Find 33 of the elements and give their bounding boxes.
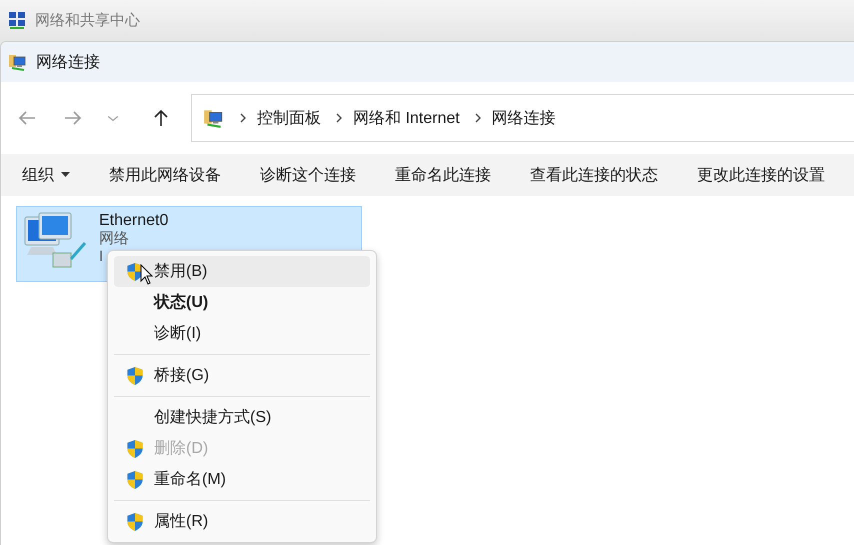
shield-icon	[125, 438, 145, 458]
menu-item[interactable]: 重命名(M)	[114, 464, 370, 495]
status-label: I	[99, 248, 104, 266]
connection-name: Ethernet0	[99, 211, 168, 230]
window-title: 网络和共享中心	[35, 10, 140, 30]
menu-item[interactable]: 诊断(I)	[114, 318, 370, 349]
menu-item[interactable]: 属性(R)	[114, 506, 370, 537]
shield-icon	[125, 366, 145, 386]
address-bar[interactable]: 控制面板 网络和 Internet 网络连接	[191, 94, 854, 142]
toolbar-button[interactable]: 禁用此网络设备	[109, 164, 221, 186]
breadcrumb-item[interactable]: 网络连接	[492, 108, 556, 128]
network-label: 网络	[99, 230, 129, 248]
menu-item[interactable]: 状态(U)	[114, 287, 370, 318]
toolbar-button[interactable]: 查看此连接的状态	[530, 164, 658, 186]
toolbar-button[interactable]: 重命名此连接	[395, 164, 491, 186]
toolbar-button[interactable]: 组织	[22, 164, 70, 186]
breadcrumb-item[interactable]: 网络和 Internet	[353, 108, 460, 128]
chevron-right-icon	[239, 113, 247, 123]
toolbar-button[interactable]: 更改此连接的设置	[697, 164, 825, 186]
dropdown-icon	[61, 172, 70, 178]
shield-icon	[125, 470, 145, 490]
shield-icon	[125, 512, 145, 532]
menu-item[interactable]: 桥接(G)	[114, 360, 370, 391]
network-center-icon	[7, 10, 27, 30]
chevron-right-icon	[335, 113, 343, 123]
breadcrumb-item[interactable]: 控制面板	[257, 108, 321, 128]
menu-item[interactable]: 禁用(B)	[114, 256, 370, 287]
chevron-right-icon	[474, 113, 482, 123]
menu-item[interactable]: 创建快捷方式(S)	[114, 402, 370, 433]
cursor-icon	[140, 264, 154, 286]
network-folder-icon	[8, 52, 28, 72]
toolbar-button[interactable]: 诊断这个连接	[260, 164, 356, 186]
window-title: 网络连接	[36, 52, 100, 72]
